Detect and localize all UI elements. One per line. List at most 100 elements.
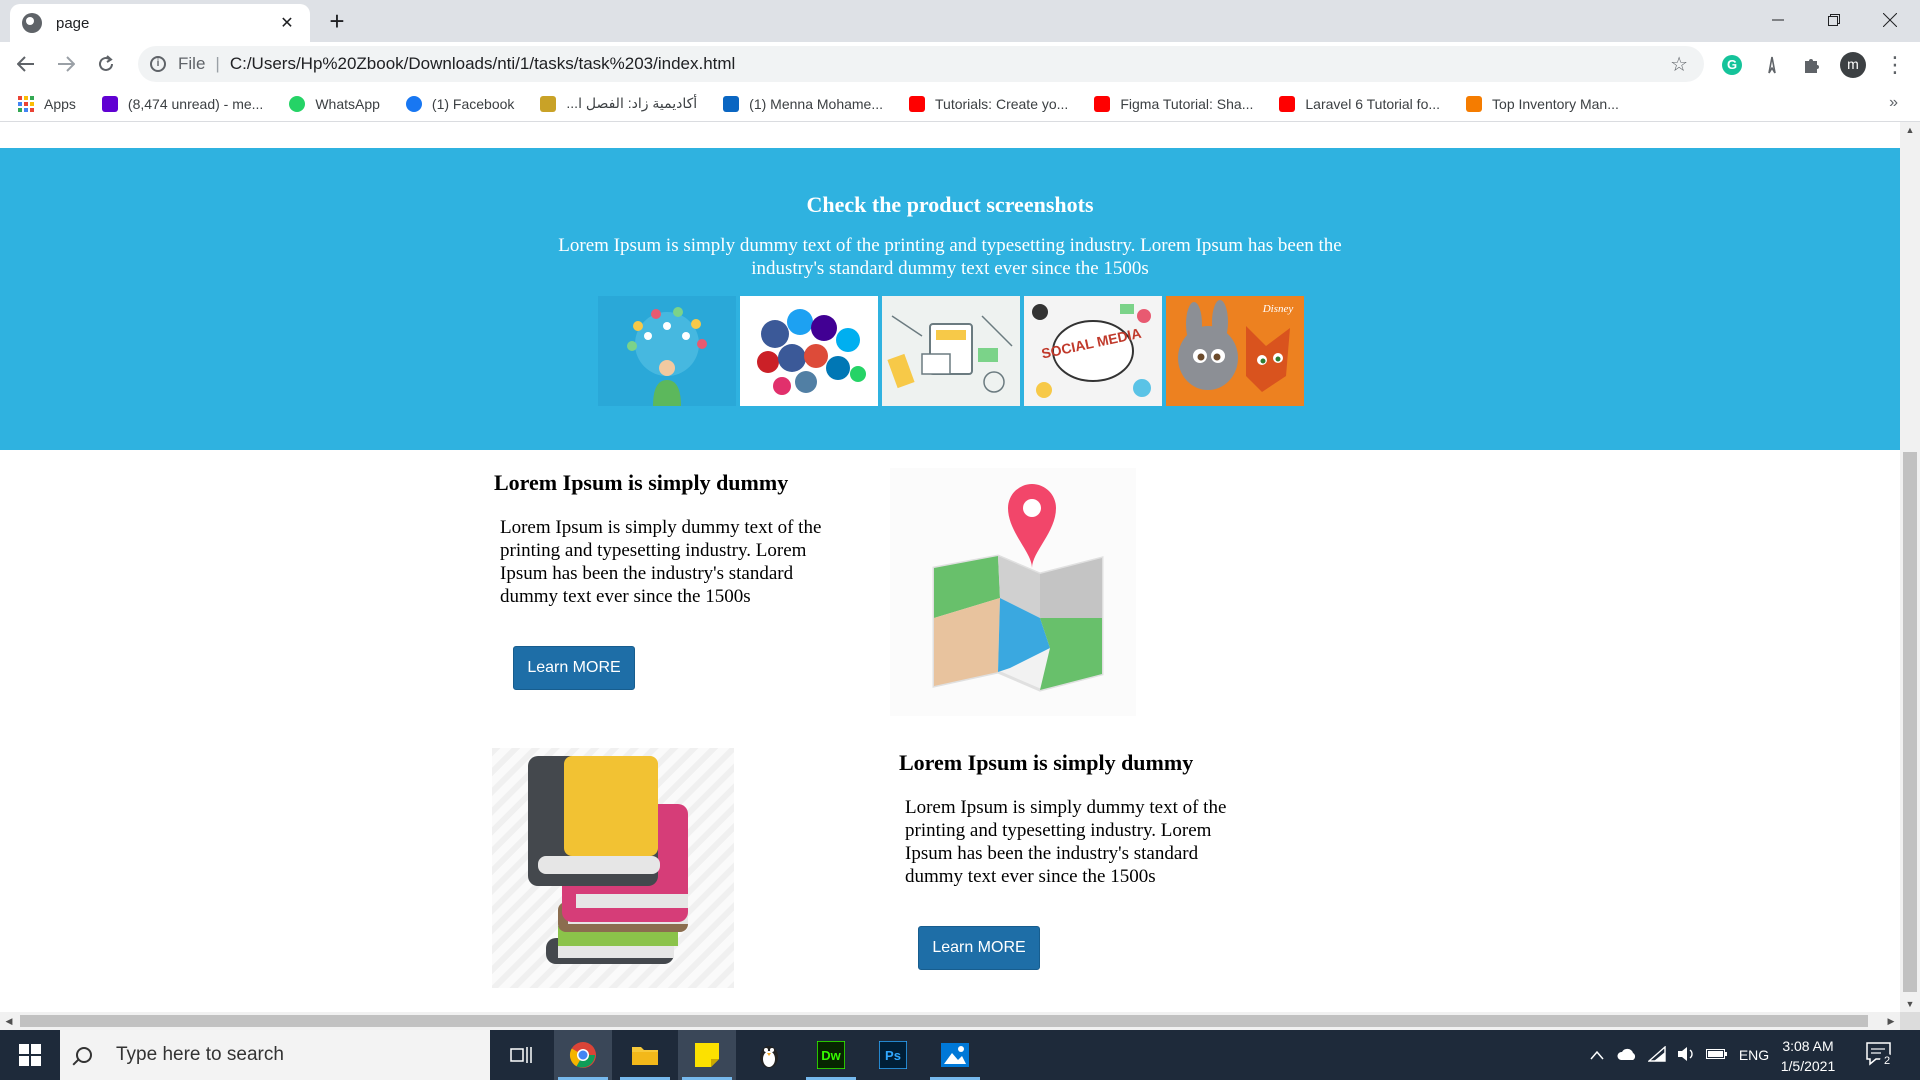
svg-text:G: G (1727, 57, 1737, 72)
bookmark-inventory[interactable]: Top Inventory Man... (1466, 95, 1619, 112)
tab-strip: page ✕ + (0, 0, 1920, 42)
screenshot-doodle-desk (882, 296, 1020, 406)
bookmark-label: WhatsApp (315, 95, 380, 112)
bookmark-youtube-laravel[interactable]: Laravel 6 Tutorial fo... (1279, 95, 1441, 112)
profile-avatar[interactable]: m (1840, 52, 1866, 78)
bookmarks-overflow-icon[interactable]: » (1889, 94, 1898, 112)
disney-logo-text: Disney (1262, 303, 1294, 315)
section1-text: Lorem Ipsum is simply dummy text of the … (500, 517, 822, 607)
screenshot-zootopia: Disney (1166, 296, 1304, 406)
page-viewport: Check the product screenshots Lorem Ipsu… (0, 122, 1900, 1012)
system-tray: ENG (1582, 1030, 1776, 1080)
bookmark-youtube-figma[interactable]: Figma Tutorial: Sha... (1094, 95, 1254, 112)
bookmark-label: أكاديمية زاد: الفصل ا... (566, 95, 698, 111)
address-scheme: File (178, 54, 206, 73)
globe-icon (22, 13, 42, 33)
taskbar-photoshop[interactable]: Ps (864, 1030, 922, 1080)
scroll-down-icon[interactable]: ▼ (1900, 996, 1920, 1012)
address-bar[interactable]: i File | C:/Users/Hp%20Zbook/Downloads/n… (138, 46, 1704, 82)
dreamweaver-icon: Dw (817, 1041, 845, 1069)
screenshot-social-logos (740, 296, 878, 406)
section1-learn-more-button[interactable]: Learn MORE (513, 646, 635, 690)
horizontal-scrollbar-thumb[interactable] (20, 1015, 1868, 1027)
ps-label: Ps (885, 1048, 901, 1063)
clock-time: 3:08 AM (1782, 1038, 1834, 1054)
taskbar-search-placeholder: Type here to search (116, 1044, 284, 1065)
clock-date: 1/5/2021 (1780, 1058, 1836, 1074)
windows-start-icon[interactable] (0, 1030, 60, 1080)
bookmark-whatsapp[interactable]: WhatsApp (289, 95, 380, 112)
screenshots-description: Lorem Ipsum is simply dummy text of the … (558, 235, 1342, 279)
dw-label: Dw (821, 1048, 841, 1063)
bookmark-zad-academy[interactable]: أكاديمية زاد: الفصل ا... (540, 95, 697, 112)
taskbar-chrome[interactable] (554, 1030, 612, 1080)
back-icon[interactable] (12, 50, 40, 78)
youtube-icon (909, 95, 926, 112)
youtube-icon (1279, 95, 1296, 112)
grammarly-icon[interactable]: G (1720, 53, 1744, 77)
minimize-icon[interactable] (1750, 0, 1806, 40)
battery-icon[interactable] (1702, 1047, 1732, 1063)
bookmark-label: Tutorials: Create yo... (935, 95, 1069, 112)
screenshot-social-media-doodle: SOCIAL MEDIA (1024, 296, 1162, 406)
map-pin-illustration (890, 468, 1136, 716)
bookmark-yahoo-mail[interactable]: (8,474 unread) - me... (101, 95, 264, 112)
reload-icon[interactable] (92, 50, 120, 78)
scroll-right-icon[interactable]: ▶ (1882, 1012, 1900, 1030)
chat-bubble-icon (1466, 95, 1483, 112)
taskbar-file-explorer[interactable] (616, 1030, 674, 1080)
screenshots-section: Check the product screenshots Lorem Ipsu… (0, 148, 1900, 450)
section2-title: Lorem Ipsum is simply dummy (899, 750, 1194, 775)
forward-icon[interactable] (52, 50, 80, 78)
bookmark-label: (1) Menna Mohame... (749, 95, 884, 112)
photoshop-icon: Ps (879, 1041, 907, 1069)
bookmark-label: Figma Tutorial: Sha... (1120, 95, 1254, 112)
menu-kebab-icon[interactable]: ⋮ (1884, 52, 1906, 78)
extension-arrow-icon[interactable] (1760, 53, 1784, 77)
scroll-left-icon[interactable]: ◀ (0, 1012, 18, 1030)
screenshots-heading: Check the product screenshots (806, 192, 1094, 217)
browser-tab[interactable]: page ✕ (10, 4, 310, 42)
facebook-icon (405, 95, 422, 112)
bookmark-youtube-tutorials[interactable]: Tutorials: Create yo... (909, 95, 1069, 112)
wifi-icon[interactable] (1642, 1044, 1672, 1065)
taskbar-dreamweaver[interactable]: Dw (802, 1030, 860, 1080)
taskbar-sticky-notes[interactable] (678, 1030, 736, 1080)
vertical-scrollbar-thumb[interactable] (1903, 452, 1917, 992)
bookmark-facebook[interactable]: (1) Facebook (405, 95, 514, 112)
zad-academy-icon (540, 95, 557, 112)
search-icon (76, 1047, 92, 1063)
horizontal-scrollbar[interactable]: ◀ ▶ (0, 1012, 1900, 1030)
onedrive-icon[interactable] (1612, 1047, 1642, 1064)
close-tab-icon[interactable]: ✕ (276, 13, 298, 33)
close-window-icon[interactable] (1862, 0, 1918, 40)
linkedin-icon (723, 95, 740, 112)
restore-icon[interactable] (1806, 0, 1862, 40)
bookmark-star-icon[interactable]: ☆ (1670, 52, 1688, 77)
puzzle-icon[interactable] (1800, 53, 1824, 77)
bookmark-label: (8,474 unread) - me... (127, 95, 264, 112)
taskbar-photos[interactable] (926, 1030, 984, 1080)
taskbar-search-box[interactable]: Type here to search (60, 1030, 490, 1080)
site-info-icon[interactable]: i (150, 56, 166, 72)
taskbar-clock[interactable]: 3:08 AM 1/5/2021 (1768, 1036, 1848, 1076)
chrome-icon (569, 1042, 596, 1068)
vertical-scrollbar[interactable]: ▲ ▼ (1900, 122, 1920, 1012)
browser-toolbar: i File | C:/Users/Hp%20Zbook/Downloads/n… (0, 42, 1920, 86)
task-view-icon[interactable] (492, 1030, 550, 1080)
section2-learn-more-button[interactable]: Learn MORE (918, 926, 1040, 970)
new-tab-button[interactable]: + (322, 6, 352, 36)
bookmark-linkedin[interactable]: (1) Menna Mohame... (723, 95, 884, 112)
bookmark-label: Laravel 6 Tutorial fo... (1305, 95, 1441, 112)
address-url[interactable]: C:/Users/Hp%20Zbook/Downloads/nti/1/task… (230, 54, 1670, 74)
notification-center-icon[interactable]: 2 (1866, 1042, 1896, 1070)
volume-icon[interactable] (1672, 1046, 1702, 1065)
taskbar-tux-app[interactable] (740, 1030, 798, 1080)
show-hidden-icons-icon[interactable] (1582, 1047, 1612, 1063)
photos-icon (941, 1043, 969, 1067)
scroll-up-icon[interactable]: ▲ (1900, 122, 1920, 138)
windows-taskbar: Type here to search Dw Ps ENG 3:08 AM 1/… (0, 1030, 1920, 1080)
screenshot-network-person (598, 296, 736, 406)
bookmark-apps[interactable]: Apps (18, 95, 76, 112)
whatsapp-icon (289, 95, 306, 112)
